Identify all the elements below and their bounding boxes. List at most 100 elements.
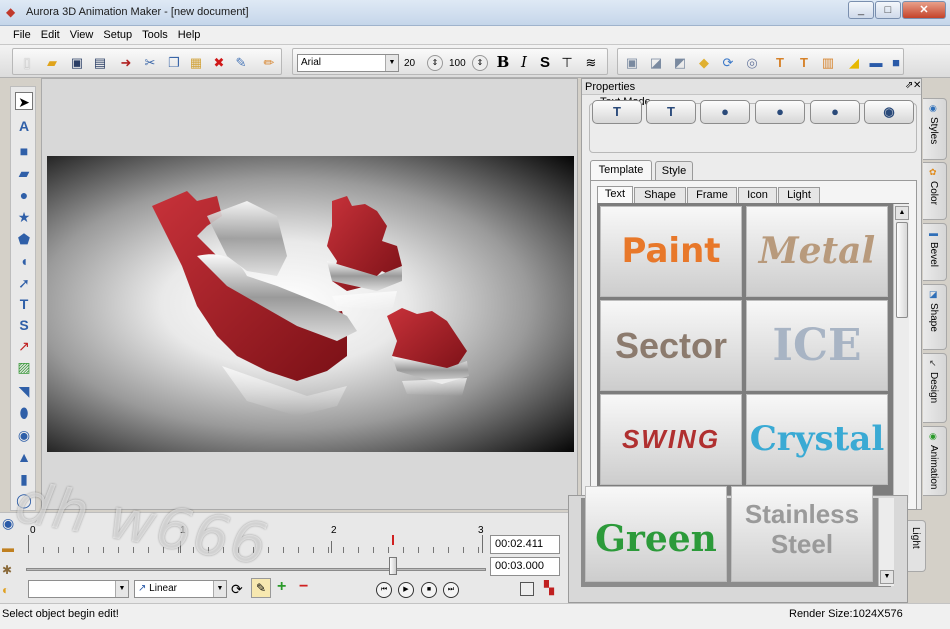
side-tab-styles[interactable]: ◉ Styles bbox=[923, 98, 947, 160]
circle-icon[interactable]: ● bbox=[15, 186, 33, 204]
skip-end-icon[interactable]: ⏭ bbox=[443, 582, 459, 598]
menu-view[interactable]: View bbox=[65, 26, 99, 44]
puzzle-piece-top-right[interactable] bbox=[327, 196, 402, 311]
font-size-stepper-icon[interactable]: ⇕ bbox=[427, 55, 443, 71]
chevron-down-icon[interactable]: ▼ bbox=[213, 581, 226, 597]
text-t-outline-icon[interactable]: T bbox=[794, 53, 814, 72]
remove-key-icon[interactable]: − bbox=[299, 578, 308, 596]
scroll-up-icon[interactable]: ▲ bbox=[895, 206, 909, 220]
text-mode-sphere-button[interactable]: ● bbox=[755, 100, 805, 124]
menu-file[interactable]: File bbox=[8, 26, 36, 44]
tab-template[interactable]: Template bbox=[590, 160, 652, 181]
text-mode-extrude-button[interactable]: T bbox=[646, 100, 696, 124]
puzzle-piece-small[interactable] bbox=[387, 308, 469, 396]
total-time-field[interactable]: 00:03.000 bbox=[490, 557, 560, 576]
strike-button[interactable]: S bbox=[535, 53, 555, 72]
subtab-frame[interactable]: Frame bbox=[687, 187, 737, 204]
side-tab-shape[interactable]: ◪ Shape bbox=[923, 284, 947, 350]
pencil-icon[interactable]: ✏ bbox=[259, 53, 279, 72]
gallery-scrollbar[interactable]: ▲ bbox=[893, 204, 909, 503]
template-tile-metal[interactable]: Metal bbox=[746, 206, 888, 297]
text-mode-flat-button[interactable]: T bbox=[592, 100, 642, 124]
menu-setup[interactable]: Setup bbox=[98, 26, 137, 44]
brush-icon[interactable]: ✎ bbox=[231, 53, 251, 72]
subtab-shape[interactable]: Shape bbox=[634, 187, 686, 204]
layer-icon[interactable]: ▬ bbox=[866, 53, 886, 72]
text-spacing-icon[interactable]: ≋ bbox=[581, 53, 601, 72]
align-icon[interactable]: ◢ bbox=[844, 53, 864, 72]
text-3d-icon[interactable]: T bbox=[15, 295, 33, 313]
text-t-icon[interactable]: T bbox=[770, 53, 790, 72]
delete-icon[interactable]: ✖ bbox=[209, 53, 229, 72]
font-family-select[interactable]: Arial ▼ bbox=[297, 54, 399, 72]
subtab-text[interactable]: Text bbox=[597, 186, 633, 203]
template-tile-sector[interactable]: Sector bbox=[600, 300, 742, 391]
side-tab-animation[interactable]: ◉ Animation bbox=[923, 426, 947, 496]
side-tab-bevel[interactable]: ▬ Bevel bbox=[923, 223, 947, 281]
pentagon-icon[interactable]: ⬟ bbox=[15, 230, 33, 248]
panel-close-icon[interactable]: ✕ bbox=[913, 80, 921, 91]
save-icon[interactable]: ▣ bbox=[67, 53, 87, 72]
stop-icon[interactable]: ■ bbox=[421, 582, 437, 598]
template-tile-crystal[interactable]: Crystal bbox=[746, 394, 888, 485]
depth-value[interactable]: 100 bbox=[449, 58, 466, 69]
text-icon[interactable]: A bbox=[15, 117, 33, 135]
render-stage[interactable] bbox=[47, 156, 574, 452]
time-slider-thumb[interactable] bbox=[389, 557, 397, 575]
cylinder-tool-icon[interactable]: ⬮ bbox=[15, 404, 33, 422]
subtab-light[interactable]: Light bbox=[778, 187, 820, 204]
open-folder-icon[interactable]: ▰ bbox=[42, 53, 62, 72]
text-mode-disc-button[interactable]: ● bbox=[810, 100, 860, 124]
current-time-field[interactable]: 00:02.411 bbox=[490, 535, 560, 554]
new-file-icon[interactable]: ▯ bbox=[17, 53, 37, 72]
menu-help[interactable]: Help bbox=[173, 26, 206, 44]
menu-tools[interactable]: Tools bbox=[137, 26, 173, 44]
template-tile-paint[interactable]: Paint bbox=[600, 206, 742, 297]
template-tile-swing[interactable]: SWING bbox=[600, 394, 742, 485]
text-align-icon[interactable]: ⊤ bbox=[557, 53, 577, 72]
rectangle-icon[interactable]: ■ bbox=[15, 142, 33, 160]
subtab-icon[interactable]: Icon bbox=[738, 187, 777, 204]
template-tile-green[interactable]: Green bbox=[585, 486, 727, 582]
export-icon[interactable]: ➜ bbox=[116, 53, 136, 72]
add-key-icon[interactable]: + bbox=[277, 578, 286, 596]
maximize-button[interactable]: □ bbox=[875, 1, 901, 19]
italic-button[interactable]: I bbox=[514, 53, 534, 72]
image-icon[interactable]: ▨ bbox=[15, 358, 33, 376]
scroll-thumb[interactable] bbox=[896, 222, 908, 318]
s-shape-icon[interactable]: S bbox=[15, 316, 33, 334]
rotate-icon[interactable]: ⟳ bbox=[718, 53, 738, 72]
cylinder-icon[interactable]: ◎ bbox=[742, 53, 762, 72]
line-icon[interactable]: ↗ bbox=[15, 337, 33, 355]
side-tab-color[interactable]: ✿ Color bbox=[923, 162, 947, 220]
shield-icon[interactable]: ◖ bbox=[15, 252, 33, 270]
depth-stepper-icon[interactable]: ⇕ bbox=[472, 55, 488, 71]
block-icon[interactable]: ◥ bbox=[15, 382, 33, 400]
tab-style[interactable]: Style bbox=[655, 161, 693, 181]
sun-track-icon[interactable]: ◐ bbox=[2, 583, 9, 597]
box-3d-icon[interactable]: ▣ bbox=[622, 53, 642, 72]
select-arrow-icon[interactable]: ➤ bbox=[15, 92, 33, 110]
loop-toggle-icon[interactable] bbox=[520, 582, 534, 596]
side-tab-light[interactable]: Light bbox=[908, 520, 926, 572]
skip-start-icon[interactable]: ⏮ bbox=[376, 582, 392, 598]
paste-icon[interactable]: ▦ bbox=[186, 53, 206, 72]
template-tile-stainless-steel[interactable]: Stainless Steel bbox=[731, 486, 873, 582]
track-select[interactable]: ▼ bbox=[28, 580, 129, 598]
overlay-scrollbar[interactable]: ▼ bbox=[878, 498, 894, 586]
font-size-value[interactable]: 20 bbox=[404, 58, 415, 69]
rounded-rect-icon[interactable]: ▰ bbox=[15, 164, 33, 182]
play-icon[interactable]: ▶ bbox=[398, 582, 414, 598]
close-button[interactable]: ✕ bbox=[902, 1, 946, 19]
camera-track-icon[interactable]: ▬ bbox=[2, 541, 14, 555]
menu-edit[interactable]: Edit bbox=[36, 26, 65, 44]
key-tool-icon[interactable]: ✎ bbox=[251, 578, 271, 598]
chevron-down-icon[interactable]: ▼ bbox=[385, 55, 398, 71]
puzzle-piece-large[interactable] bbox=[152, 191, 357, 416]
box-edit-icon[interactable]: ◪ bbox=[646, 53, 666, 72]
text-box-icon[interactable]: ▥ bbox=[818, 53, 838, 72]
side-tab-design[interactable]: ↖ Design bbox=[923, 353, 947, 423]
light-track-icon[interactable]: ✱ bbox=[2, 563, 12, 577]
chevron-down-icon[interactable]: ▼ bbox=[115, 581, 128, 597]
template-tile-ice[interactable]: ICE bbox=[746, 300, 888, 391]
